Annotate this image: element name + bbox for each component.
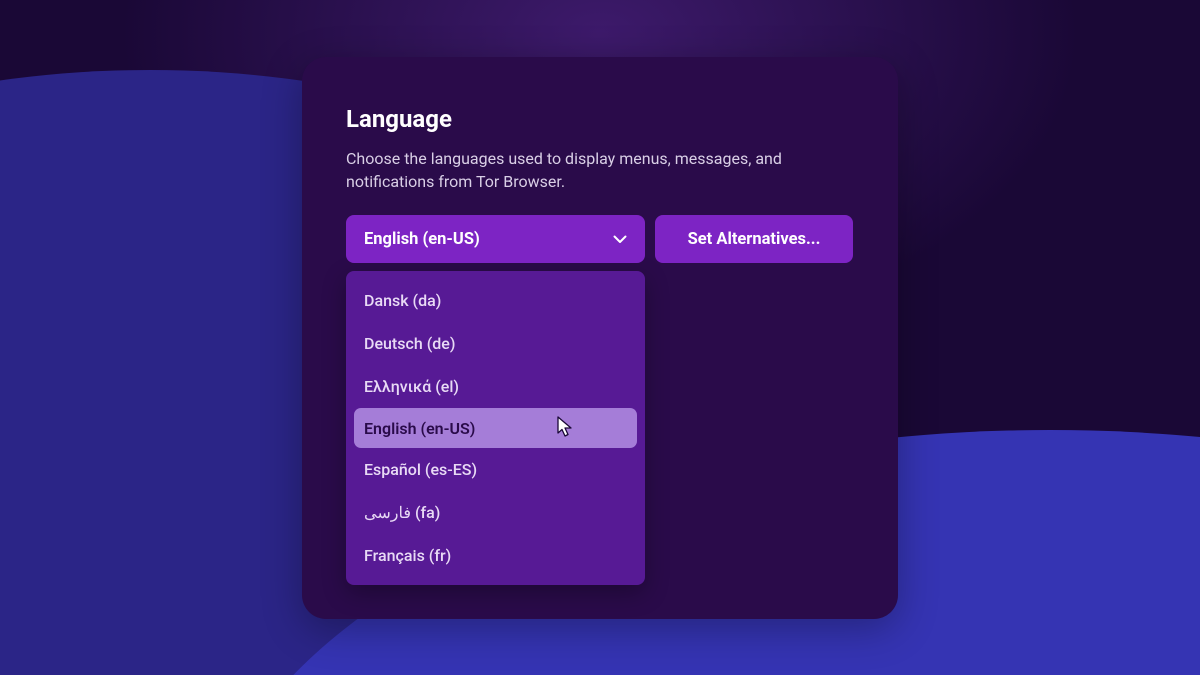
dropdown-item-farsi[interactable]: فارسی (fa) [346,491,645,534]
set-alternatives-button[interactable]: Set Alternatives... [655,215,853,263]
dropdown-item-spanish[interactable]: Español (es-ES) [346,448,645,491]
language-select-label: English (en-US) [364,230,480,249]
dropdown-item-label: Ελληνικά (el) [364,377,459,396]
dropdown-item-english[interactable]: English (en-US) [354,408,637,448]
controls-row: English (en-US) Set Alternatives... [346,215,854,263]
dropdown-item-label: Dansk (da) [364,291,441,310]
dropdown-item-label: Español (es-ES) [364,460,477,479]
dropdown-item-label: Deutsch (de) [364,334,455,353]
dropdown-item-label: فارسی (fa) [364,503,440,522]
dropdown-item-deutsch[interactable]: Deutsch (de) [346,322,645,365]
dropdown-item-label: English (en-US) [364,419,475,438]
dropdown-item-french[interactable]: Français (fr) [346,534,645,577]
language-select-button[interactable]: English (en-US) [346,215,645,263]
panel-description: Choose the languages used to display men… [346,147,806,193]
set-alternatives-label: Set Alternatives... [688,230,821,249]
panel-title: Language [346,105,854,133]
dropdown-item-label: Français (fr) [364,546,451,565]
language-settings-panel: Language Choose the languages used to di… [302,57,898,619]
dropdown-item-greek[interactable]: Ελληνικά (el) [346,365,645,408]
dropdown-item-dansk[interactable]: Dansk (da) [346,279,645,322]
language-dropdown: Dansk (da) Deutsch (de) Ελληνικά (el) En… [346,271,645,585]
chevron-down-icon [613,235,627,244]
